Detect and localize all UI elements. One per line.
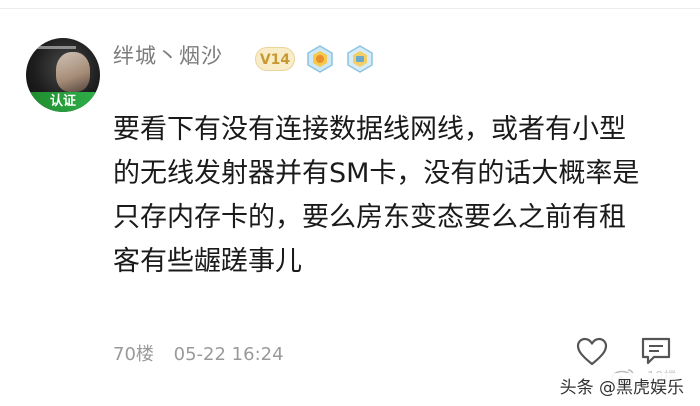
username[interactable]: 绊城丶烟沙 [113,40,223,70]
content-line: 要看下有没有连接数据线网线，或者有小型 [113,114,626,145]
badge-medal-icon [347,45,373,73]
timestamp: 05-22 16:24 [173,344,284,365]
content-line: 只存内存卡的，要么房东变态要么之前有租 [113,202,626,233]
floor-number: 70楼 [113,344,154,365]
avatar-face [56,52,90,92]
content-line: 的无线发射器并有SM卡，没有的话大概率是 [113,158,640,189]
badge-medal-icon [307,45,333,73]
avatar-streak [36,46,76,49]
comment-icon[interactable] [640,335,672,367]
avatar[interactable]: 认证 [26,38,100,112]
level-badge: V14 [255,47,295,71]
comment-meta: 70楼 05-22 16:24 [113,340,284,366]
avatar-verify-label: 认证 [26,92,100,112]
content-line: 客有些龌蹉事儿 [113,246,302,277]
heart-icon[interactable] [576,337,608,367]
top-divider [0,8,700,9]
comment-content: 要看下有没有连接数据线网线，或者有小型 的无线发射器并有SM卡，没有的话大概率是… [113,108,683,284]
watermark-text: 头条 @黑虎娱乐 [555,373,688,398]
